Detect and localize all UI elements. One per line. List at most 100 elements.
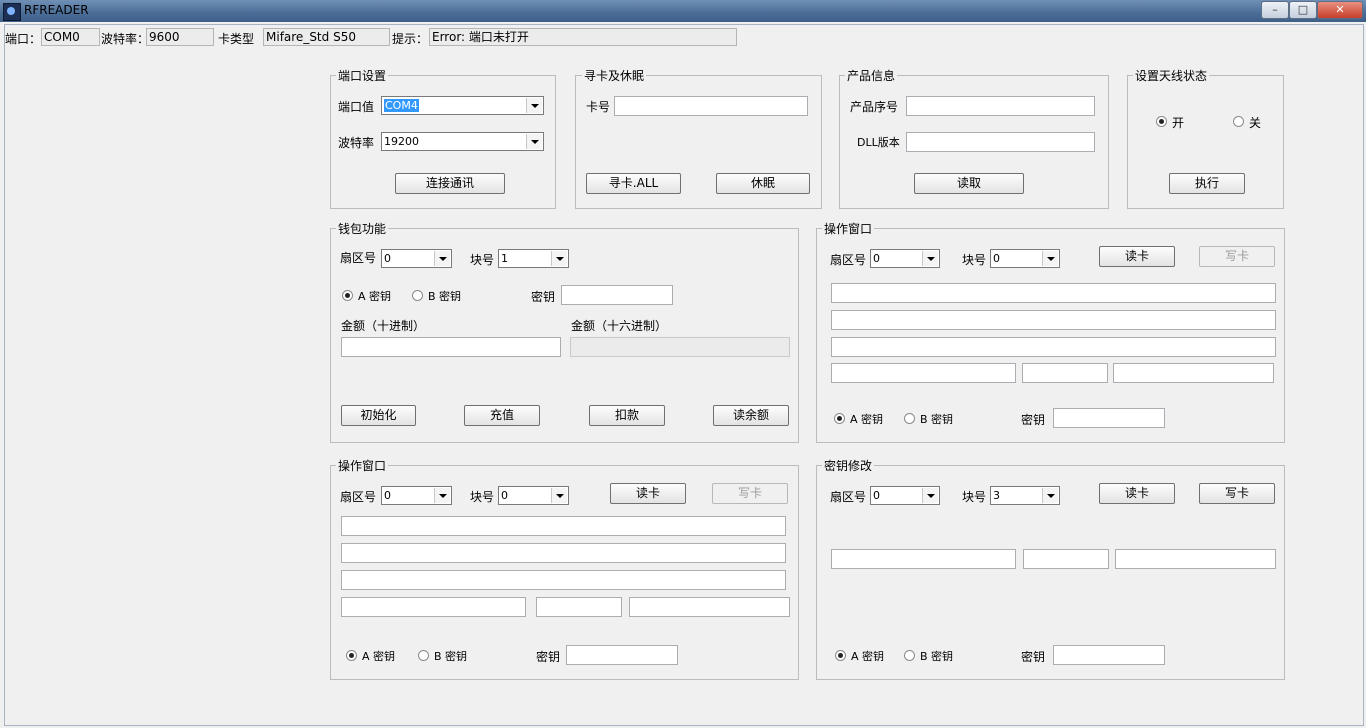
op2-key-field[interactable] (566, 645, 678, 665)
wallet-charge-button[interactable]: 充值 (464, 405, 540, 426)
chevron-down-icon (526, 134, 542, 149)
close-button[interactable]: ✕ (1317, 1, 1363, 19)
wallet-block-select[interactable]: 1 (498, 249, 569, 268)
wallet-hex-label: 金额（十六进制） (571, 319, 668, 333)
antenna-title: 设置天线状态 (1133, 67, 1210, 84)
antenna-off-radio[interactable] (1233, 116, 1244, 127)
read-info-button[interactable]: 读取 (914, 173, 1024, 194)
antenna-on-radio[interactable] (1156, 116, 1167, 127)
op2-data-field-3[interactable] (341, 570, 786, 590)
card-number-field[interactable] (614, 96, 808, 116)
kc-key-b-radio[interactable] (904, 650, 915, 661)
kc-sector-select[interactable]: 0 (870, 486, 940, 505)
wallet-sector-label: 扇区号 (340, 251, 377, 265)
sleep-button[interactable]: 休眠 (716, 173, 810, 194)
op1-block-select[interactable]: 0 (990, 249, 1060, 268)
close-icon: ✕ (1335, 3, 1345, 16)
serial-field[interactable] (906, 96, 1095, 116)
status-baud-label: 波特率： (101, 32, 150, 46)
kc-read-button[interactable]: 读卡 (1099, 483, 1175, 504)
window-title: RFREADER (24, 3, 89, 17)
port-select[interactable]: COM4 (381, 96, 544, 115)
op-window-left-title: 操作窗口 (336, 457, 389, 474)
wallet-hex-field (570, 337, 790, 357)
maximize-icon: □ (1297, 3, 1309, 16)
minimize-icon: – (1272, 3, 1278, 16)
wallet-key-b-radio[interactable] (412, 290, 423, 301)
seek-all-button[interactable]: 寻卡.ALL (586, 173, 681, 194)
wallet-key-a-radio[interactable] (342, 290, 353, 301)
op2-data-field-1[interactable] (341, 516, 786, 536)
kc-key-a-radio[interactable] (835, 650, 846, 661)
op2-block-select[interactable]: 0 (498, 486, 569, 505)
op1-key-label: 密钥 (1021, 413, 1046, 427)
op1-key-a-field[interactable] (831, 363, 1016, 383)
op1-key-b-field[interactable] (1113, 363, 1274, 383)
chevron-down-icon (551, 488, 567, 503)
dll-label: DLL版本 (857, 136, 900, 149)
port-settings-title: 端口设置 (336, 67, 389, 84)
kc-block-select[interactable]: 3 (990, 486, 1060, 505)
op2-key-a-field[interactable] (341, 597, 526, 617)
op1-sector-select[interactable]: 0 (870, 249, 940, 268)
wallet-dec-label: 金额（十进制） (341, 319, 426, 333)
kc-key-field[interactable] (1053, 645, 1165, 665)
kc-key-a-field[interactable] (831, 549, 1016, 569)
status-card-label: 卡类型 (218, 32, 255, 46)
op2-access-field[interactable] (536, 597, 622, 617)
op1-key-field[interactable] (1053, 408, 1165, 428)
port-label: 端口值 (338, 100, 375, 114)
minimize-button[interactable]: – (1261, 1, 1289, 19)
op1-sector-label: 扇区号 (830, 253, 867, 267)
app-icon (3, 3, 21, 21)
op1-data-field-1[interactable] (831, 283, 1276, 303)
kc-sector-label: 扇区号 (830, 490, 867, 504)
op1-access-field[interactable] (1022, 363, 1108, 383)
op2-sector-label: 扇区号 (340, 490, 377, 504)
chevron-down-icon (526, 98, 542, 113)
baud-select[interactable]: 19200 (381, 132, 544, 151)
op2-key-b-field[interactable] (629, 597, 790, 617)
wallet-key-label: 密钥 (531, 290, 556, 304)
title-bar (0, 0, 1366, 22)
wallet-balance-button[interactable]: 读余额 (713, 405, 789, 426)
wallet-key-b-label: B 密钥 (428, 290, 462, 303)
op2-key-label: 密钥 (536, 650, 561, 664)
op1-key-b-radio[interactable] (904, 413, 915, 424)
dll-field[interactable] (906, 132, 1095, 152)
op2-sector-select[interactable]: 0 (381, 486, 452, 505)
op1-read-button[interactable]: 读卡 (1099, 246, 1175, 267)
op1-key-a-radio[interactable] (834, 413, 845, 424)
op1-data-field-3[interactable] (831, 337, 1276, 357)
op-window-right-title: 操作窗口 (822, 220, 875, 237)
op2-read-button[interactable]: 读卡 (610, 483, 686, 504)
chevron-down-icon (1042, 251, 1058, 266)
wallet-title: 钱包功能 (336, 220, 389, 237)
op2-key-a-radio[interactable] (346, 650, 357, 661)
op2-key-a-label: A 密钥 (362, 650, 396, 663)
op2-data-field-2[interactable] (341, 543, 786, 563)
chevron-down-icon (434, 251, 450, 266)
antenna-on-label: 开 (1172, 116, 1185, 130)
wallet-deduct-button[interactable]: 扣款 (589, 405, 665, 426)
kc-access-field[interactable] (1023, 549, 1109, 569)
kc-write-button[interactable]: 写卡 (1199, 483, 1275, 504)
card-number-label: 卡号 (586, 100, 611, 114)
chevron-down-icon (922, 251, 938, 266)
op2-key-b-radio[interactable] (418, 650, 429, 661)
kc-key-b-field[interactable] (1115, 549, 1276, 569)
kc-key-b-label: B 密钥 (920, 650, 954, 663)
status-hint-value: Error: 端口未打开 (429, 28, 737, 46)
op1-write-button: 写卡 (1199, 246, 1275, 267)
status-baud-value: 9600 (146, 28, 214, 46)
wallet-init-button[interactable]: 初始化 (341, 405, 416, 426)
connect-button[interactable]: 连接通讯 (395, 173, 505, 194)
wallet-sector-select[interactable]: 0 (381, 249, 452, 268)
maximize-button[interactable]: □ (1289, 1, 1317, 19)
antenna-exec-button[interactable]: 执行 (1169, 173, 1245, 194)
op1-data-field-2[interactable] (831, 310, 1276, 330)
kc-block-label: 块号 (962, 490, 987, 504)
wallet-key-field[interactable] (561, 285, 673, 305)
chevron-down-icon (551, 251, 567, 266)
wallet-dec-field[interactable] (341, 337, 561, 357)
